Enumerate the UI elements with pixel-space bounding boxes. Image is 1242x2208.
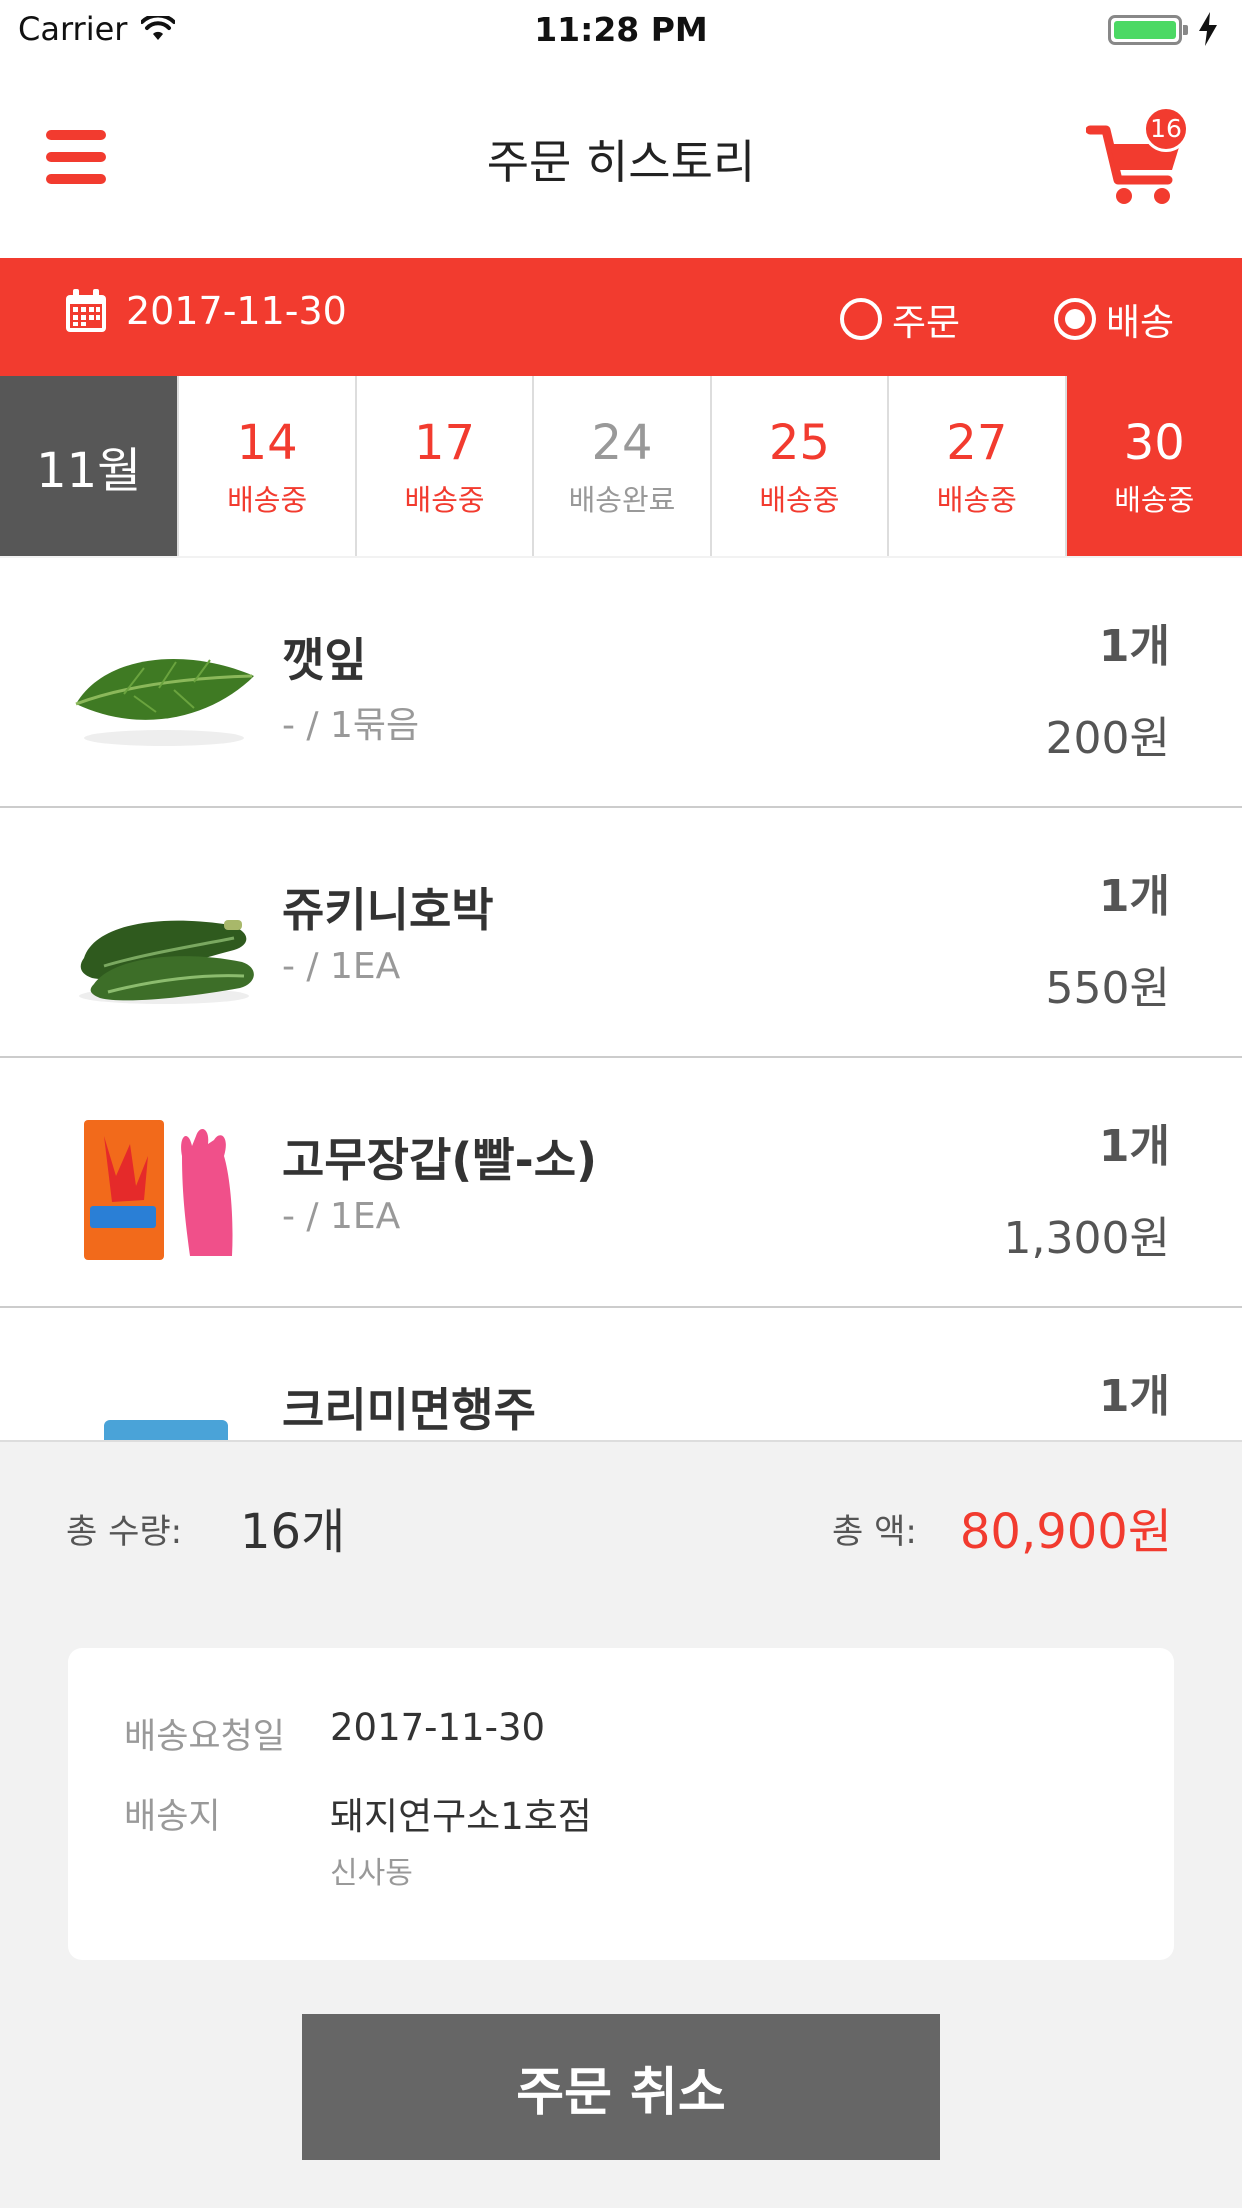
status-bar: Carrier 11:28 PM	[0, 0, 1242, 60]
page-title: 주문 히스토리	[486, 135, 756, 189]
radio-delivery-circle	[1054, 298, 1096, 340]
item-price: 1,300원	[1003, 1213, 1170, 1264]
selected-date: 2017-11-30	[126, 289, 347, 333]
address-name: 돼지연구소1호점	[330, 1795, 592, 1838]
date-cell-status: 배송중	[759, 483, 840, 517]
item-spec: - / 1묶음	[282, 705, 420, 746]
item-spec: - / 1EA	[282, 946, 401, 987]
date-cell[interactable]: 14 배송중	[177, 376, 355, 556]
battery-icon	[1108, 15, 1188, 45]
item-name: 깻잎	[282, 633, 367, 687]
radio-delivery-label: 배송	[1106, 301, 1175, 344]
date-cell-status: 배송완료	[568, 483, 676, 517]
item-spec: - / 1EA	[282, 1196, 401, 1237]
date-cell[interactable]: 27 배송중	[887, 376, 1065, 556]
rubber-gloves-image	[84, 1120, 233, 1260]
total-qty-label: 총 수량:	[66, 1512, 183, 1552]
zucchini-image	[79, 920, 254, 1004]
date-filter-bar: 2017-11-30 주문 배송	[0, 258, 1242, 376]
date-cell-status: 배송중	[936, 483, 1017, 517]
date-strip: 11월 14 배송중 17 배송중 24 배송완료 25 배송중 27 배송중 …	[0, 376, 1242, 556]
perilla-leaf-image	[75, 659, 254, 746]
date-cell-status: 배송중	[1114, 483, 1195, 517]
date-cell[interactable]: 17 배송중	[354, 376, 533, 556]
list-item[interactable]: 크리미면행주 1개	[0, 1308, 1242, 1440]
item-price: 550원	[1045, 963, 1170, 1014]
item-price: 200원	[1045, 713, 1170, 764]
total-amount-value: 80,900원	[959, 1504, 1172, 1560]
list-item[interactable]: 쥬키니호박 - / 1EA 1개 550원	[0, 808, 1242, 1058]
date-cell-day: 17	[414, 415, 476, 471]
total-amount-label: 총 액:	[832, 1512, 917, 1552]
order-item-list[interactable]: 깻잎 - / 1묶음 1개 200원 쥬키니호박 - / 1EA 1개 550원…	[0, 558, 1242, 1440]
order-summary: 총 수량: 16개 총 액: 80,900원 배송요청일 2017-11-30 …	[0, 1440, 1242, 2208]
month-label: 11월	[0, 376, 178, 556]
item-qty: 1개	[1098, 1371, 1170, 1422]
date-cell-status: 배송중	[227, 483, 308, 517]
list-item[interactable]: 고무장갑(빨-소) - / 1EA 1개 1,300원	[0, 1058, 1242, 1308]
date-cell[interactable]: 24 배송완료	[532, 376, 710, 556]
item-name: 크리미면행주	[282, 1383, 536, 1437]
charging-bolt-icon	[1199, 12, 1217, 46]
date-cell-day: 30	[1123, 415, 1185, 471]
radio-delivery[interactable]: 배송	[1054, 292, 1174, 346]
item-qty: 1개	[1098, 871, 1170, 922]
date-cell-status: 배송중	[404, 483, 485, 517]
cart-count-badge: 16	[1143, 106, 1189, 152]
total-qty-value: 16개	[240, 1504, 346, 1560]
date-cell-day: 14	[236, 415, 298, 471]
request-date-label: 배송요청일	[124, 1717, 286, 1757]
date-cell[interactable]: 25 배송중	[709, 376, 888, 556]
item-name: 고무장갑(빨-소)	[282, 1133, 598, 1187]
cancel-order-button[interactable]: 주문 취소	[302, 2014, 940, 2160]
address-detail: 신사동	[330, 1856, 413, 1891]
item-name: 쥬키니호박	[282, 883, 494, 937]
list-item[interactable]: 깻잎 - / 1묶음 1개 200원	[0, 558, 1242, 808]
calendar-icon	[66, 289, 106, 332]
item-qty: 1개	[1098, 1121, 1170, 1172]
radio-order[interactable]: 주문	[840, 292, 960, 346]
clock: 11:28 PM	[534, 10, 708, 49]
date-cell-selected[interactable]: 30 배송중	[1064, 376, 1242, 556]
date-cell-day: 24	[591, 415, 653, 471]
date-picker[interactable]: 2017-11-30	[64, 288, 347, 334]
date-cell-day: 27	[946, 415, 1008, 471]
item-qty: 1개	[1098, 621, 1170, 672]
cotton-dishcloth-image	[104, 1420, 228, 1440]
address-label: 배송지	[124, 1797, 221, 1837]
request-date-value: 2017-11-30	[330, 1706, 546, 1749]
delivery-info-card: 배송요청일 2017-11-30 배송지 돼지연구소1호점 신사동	[68, 1648, 1174, 1960]
radio-order-circle	[840, 298, 882, 340]
nav-bar: 주문 히스토리 16	[0, 60, 1242, 258]
date-cell-day: 25	[768, 415, 830, 471]
radio-order-label: 주문	[892, 301, 961, 344]
